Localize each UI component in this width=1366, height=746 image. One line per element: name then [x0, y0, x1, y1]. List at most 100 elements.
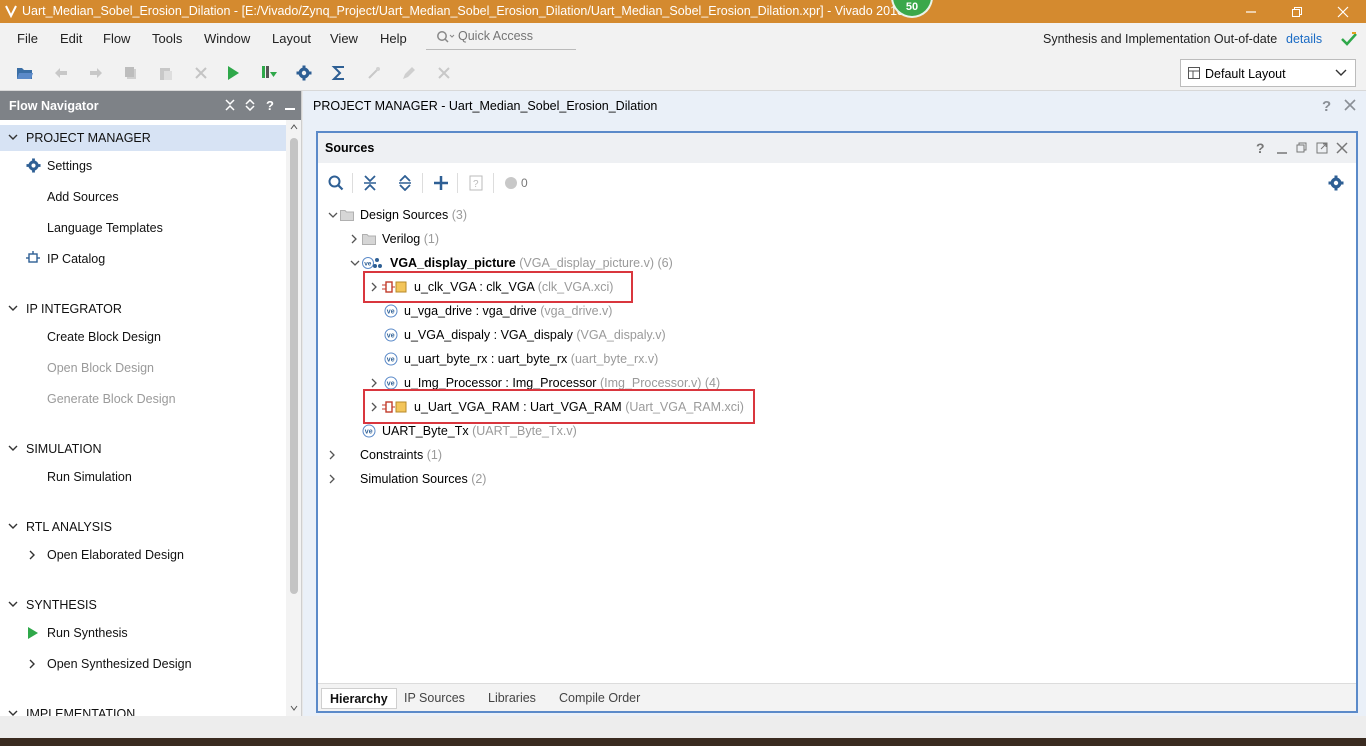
- run-button[interactable]: [224, 64, 242, 82]
- nav-section-synthesis[interactable]: SYNTHESIS: [0, 592, 286, 618]
- nav-item-run-synthesis[interactable]: Run Synthesis: [0, 620, 286, 646]
- expand-all-icon[interactable]: [398, 175, 412, 191]
- tab-ip-sources[interactable]: IP Sources: [396, 688, 473, 709]
- status-strip: [0, 716, 1366, 738]
- tree-row-verilog[interactable]: Verilog (1): [318, 228, 918, 250]
- cancel-tool-button[interactable]: [435, 64, 453, 82]
- uart-tx-file: (UART_Byte_Tx.v): [472, 424, 577, 438]
- collapse-all-button[interactable]: [223, 98, 237, 112]
- minimize-icon[interactable]: [1276, 143, 1288, 155]
- gear-icon: [296, 65, 312, 81]
- help-icon[interactable]: ?: [1256, 141, 1266, 155]
- details-link[interactable]: details: [1286, 32, 1322, 46]
- properties-icon[interactable]: ?: [469, 175, 483, 191]
- menu-window[interactable]: Window: [204, 31, 250, 46]
- nav-item-open-synthesized-design[interactable]: Open Synthesized Design: [0, 651, 286, 677]
- paste-button[interactable]: [157, 64, 175, 82]
- edit-tool-button[interactable]: [400, 64, 418, 82]
- chevron-down-icon: [8, 134, 18, 140]
- menu-tools[interactable]: Tools: [152, 31, 182, 46]
- svg-text:ve: ve: [364, 261, 372, 268]
- delete-button[interactable]: [192, 64, 210, 82]
- folder-icon: [340, 210, 354, 221]
- nav-item-language-templates[interactable]: Language Templates: [0, 215, 286, 241]
- tab-libraries[interactable]: Libraries: [480, 688, 544, 709]
- search-icon[interactable]: [328, 175, 344, 191]
- restore-icon[interactable]: [1296, 142, 1308, 154]
- constraints-label: Constraints: [360, 448, 424, 462]
- layout-dropdown[interactable]: Default Layout: [1180, 59, 1356, 87]
- expand-all-button[interactable]: [243, 98, 257, 112]
- chevron-down-icon: [1335, 69, 1347, 76]
- debug-button[interactable]: [365, 64, 383, 82]
- tree-row-u-uart-byte-rx[interactable]: ve u_uart_byte_rx : uart_byte_rx (uart_b…: [318, 348, 918, 370]
- add-icon[interactable]: [433, 175, 449, 191]
- close-icon[interactable]: [1344, 99, 1356, 111]
- gear-icon[interactable]: [1328, 175, 1344, 191]
- tab-compile-order[interactable]: Compile Order: [551, 688, 648, 709]
- chevron-down-icon: [350, 260, 360, 266]
- program-device-button[interactable]: [260, 64, 278, 82]
- nav-item-create-block-design[interactable]: Create Block Design: [0, 324, 286, 350]
- tab-hierarchy[interactable]: Hierarchy: [321, 688, 397, 709]
- expand-all-icon: [245, 99, 255, 111]
- nav-item-open-elaborated-design[interactable]: Open Elaborated Design: [0, 542, 286, 568]
- tree-row-simulation-sources[interactable]: Simulation Sources (2): [318, 468, 918, 490]
- nav-item-run-simulation[interactable]: Run Simulation: [0, 464, 286, 490]
- menu-view[interactable]: View: [330, 31, 358, 46]
- collapse-all-icon[interactable]: [363, 175, 377, 191]
- child-label: u_uart_byte_rx : uart_byte_rx: [404, 352, 568, 366]
- undo-button[interactable]: [52, 64, 70, 82]
- verilog-label: Verilog: [382, 232, 421, 246]
- menu-flow[interactable]: Flow: [103, 31, 130, 46]
- design-sources-count: (3): [451, 208, 468, 222]
- float-icon[interactable]: [1316, 142, 1328, 154]
- quick-access[interactable]: [426, 26, 576, 50]
- copy-button[interactable]: [122, 64, 140, 82]
- help-button[interactable]: ?: [263, 98, 277, 112]
- nav-section-label: SYNTHESIS: [26, 598, 97, 612]
- settings-button[interactable]: [295, 64, 313, 82]
- nav-section-implementation[interactable]: IMPLEMENTATION: [0, 701, 286, 716]
- open-project-button[interactable]: [16, 64, 34, 82]
- menu-help[interactable]: Help: [380, 31, 407, 46]
- nav-section-rtl-analysis[interactable]: RTL ANALYSIS: [0, 514, 286, 540]
- toolbar-separator: [493, 173, 494, 193]
- nav-section-label: IP INTEGRATOR: [26, 302, 122, 316]
- layout-icon: [1188, 67, 1200, 79]
- nav-item-settings[interactable]: Settings: [0, 153, 286, 179]
- nav-scrollbar[interactable]: [286, 120, 301, 716]
- sigma-icon: [331, 66, 344, 80]
- report-button[interactable]: [330, 64, 348, 82]
- close-icon[interactable]: [1336, 142, 1348, 154]
- tree-label: Constraints (1): [360, 448, 442, 462]
- message-count: 0: [521, 176, 528, 190]
- minimize-button[interactable]: [1228, 0, 1274, 23]
- nav-section-project-manager[interactable]: PROJECT MANAGER: [0, 125, 286, 151]
- menu-edit[interactable]: Edit: [60, 31, 82, 46]
- nav-section-simulation[interactable]: SIMULATION: [0, 436, 286, 462]
- quick-access-input[interactable]: [458, 29, 573, 43]
- tree-row-constraints[interactable]: Constraints (1): [318, 444, 918, 466]
- sources-header: Sources ?: [318, 133, 1356, 163]
- redo-button[interactable]: [87, 64, 105, 82]
- nav-scrollbar-thumb[interactable]: [290, 138, 298, 594]
- layout-dropdown-value: Default Layout: [1205, 67, 1286, 81]
- nav-item-add-sources[interactable]: Add Sources: [0, 184, 286, 210]
- gear-icon: [26, 158, 41, 173]
- tree-row-u-vga-dispaly[interactable]: ve u_VGA_dispaly : VGA_dispaly (VGA_disp…: [318, 324, 918, 346]
- flow-navigator: Flow Navigator ? PROJECT MANAGER Setting…: [0, 91, 302, 716]
- nav-item-ip-catalog[interactable]: IP Catalog: [0, 246, 286, 272]
- tree-row-u-vga-drive[interactable]: ve u_vga_drive : vga_drive (vga_drive.v): [318, 300, 918, 322]
- close-window-button[interactable]: [1320, 0, 1366, 23]
- tree-row-design-sources[interactable]: Design Sources (3): [318, 204, 918, 226]
- vivado-app-icon: [5, 5, 17, 18]
- minimize-panel-button[interactable]: [283, 98, 297, 112]
- menu-file[interactable]: File: [17, 31, 38, 46]
- help-icon[interactable]: ?: [1321, 98, 1333, 113]
- nav-section-ip-integrator[interactable]: IP INTEGRATOR: [0, 296, 286, 322]
- menu-layout[interactable]: Layout: [272, 31, 311, 46]
- play-icon: [228, 66, 239, 80]
- play-icon: [28, 627, 38, 639]
- restore-button[interactable]: [1274, 0, 1320, 23]
